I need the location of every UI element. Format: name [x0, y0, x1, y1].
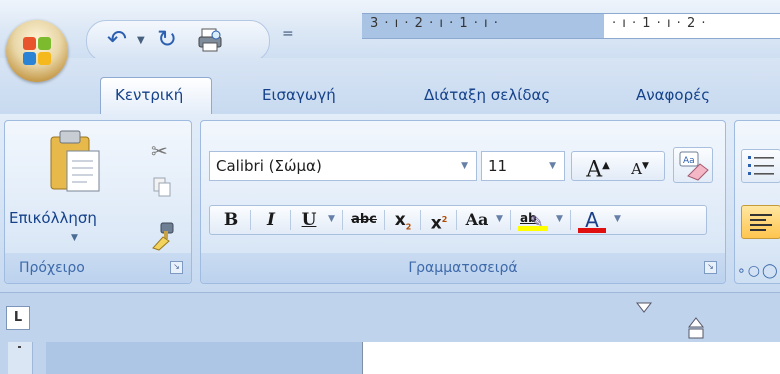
- paragraph-group: ∘○◯: [734, 120, 780, 284]
- grow-font-glyph: A: [586, 157, 603, 183]
- office-logo-icon: [23, 37, 51, 65]
- paste-button[interactable]: Επικόλληση: [9, 209, 109, 227]
- highlight-dropdown-icon[interactable]: ▼: [556, 214, 563, 224]
- undo-dropdown-icon[interactable]: ▼: [137, 35, 145, 46]
- paragraph-group-overflow-icon: ∘○◯: [737, 263, 780, 279]
- highlight-color-swatch: [518, 226, 548, 231]
- underline-button[interactable]: U: [294, 206, 324, 234]
- tab-page-layout[interactable]: Διάταξη σελίδας: [410, 78, 564, 114]
- clear-formatting-button[interactable]: Aa: [673, 147, 713, 183]
- font-size-value: 11: [488, 157, 508, 175]
- ribbon-tabs: Κεντρική Εισαγωγή Διάταξη σελίδας Αναφορ…: [0, 58, 780, 115]
- font-group-label: Γραμματοσειρά: [201, 253, 725, 283]
- ruler-bar: L: [0, 292, 780, 343]
- change-case-button[interactable]: Aa: [460, 206, 494, 234]
- hanging-indent-marker[interactable]: [687, 317, 705, 345]
- italic-button[interactable]: I: [254, 206, 288, 234]
- tab-home[interactable]: Κεντρική: [100, 77, 212, 115]
- separator: [570, 210, 571, 230]
- font-color-swatch: [578, 228, 606, 233]
- separator: [456, 210, 457, 230]
- bold-button[interactable]: B: [214, 206, 248, 234]
- clipboard-dialog-launcher[interactable]: ↘: [170, 261, 183, 274]
- font-size-combo[interactable]: 11 ▼: [481, 151, 565, 181]
- format-buttons-row: B I U ▼ abc x2 x2 Aa ▼ ab ✎ ▼ A ▼: [209, 205, 707, 235]
- copy-icon[interactable]: [153, 177, 171, 201]
- superscript-glyph: x: [430, 213, 442, 234]
- clipboard-group: Επικόλληση ▼ ✂ Πρόχειρο ↘: [4, 120, 192, 284]
- tab-selector-button[interactable]: L: [6, 306, 30, 330]
- superscript-button[interactable]: x2: [424, 206, 454, 234]
- paste-dropdown-icon[interactable]: ▼: [71, 233, 78, 243]
- quick-access-toolbar: ↶ ▼ ↻: [86, 20, 270, 62]
- bullets-button[interactable]: [741, 149, 780, 183]
- print-preview-icon[interactable]: [197, 27, 223, 58]
- bullet-list-icon: [748, 156, 774, 175]
- font-family-value: Calibri (Σώμα): [216, 157, 322, 175]
- font-size-dropdown-icon[interactable]: ▼: [549, 152, 556, 180]
- first-line-indent-marker[interactable]: [635, 299, 653, 318]
- office-button[interactable]: [6, 20, 68, 82]
- undo-icon[interactable]: ↶: [107, 27, 127, 51]
- separator: [290, 210, 291, 230]
- document-workspace: [46, 342, 362, 374]
- format-painter-icon[interactable]: [149, 221, 177, 255]
- separator: [510, 210, 511, 230]
- grow-font-button[interactable]: A▲: [578, 152, 618, 183]
- strikethrough-button[interactable]: abc: [346, 206, 382, 234]
- underline-dropdown-icon[interactable]: ▼: [328, 214, 335, 224]
- separator: [250, 210, 251, 230]
- subscript-glyph: x: [394, 210, 406, 230]
- grow-shrink-group: A▲ A▼: [571, 151, 665, 183]
- highlighter-pen-icon: ✎: [530, 212, 544, 231]
- separator: [384, 210, 385, 230]
- vertical-ruler-tick: [18, 346, 21, 348]
- tab-references[interactable]: Αναφορές: [622, 78, 724, 114]
- shrink-font-button[interactable]: A▼: [620, 152, 660, 180]
- ribbon: Επικόλληση ▼ ✂ Πρόχειρο ↘ Calibri (Σώμα)…: [0, 114, 780, 292]
- paste-icon[interactable]: [45, 129, 109, 195]
- redo-icon[interactable]: ↻: [157, 27, 177, 51]
- customize-qat-button[interactable]: =: [282, 26, 294, 42]
- font-family-dropdown-icon[interactable]: ▼: [461, 152, 468, 180]
- eraser-icon: Aa: [679, 151, 709, 181]
- shrink-font-glyph: A: [631, 160, 642, 178]
- cut-icon[interactable]: ✂: [151, 139, 168, 163]
- font-color-button[interactable]: A: [576, 206, 608, 234]
- ruler-margin-ticks: 3 · ı · 2 · ı · 1 · ı ·: [370, 16, 499, 31]
- ruler-text-ticks: · ı · 1 · ı · 2 ·: [612, 16, 707, 31]
- change-case-dropdown-icon[interactable]: ▼: [496, 214, 503, 224]
- font-dialog-launcher[interactable]: ↘: [704, 261, 717, 274]
- separator: [420, 210, 421, 230]
- separator: [342, 210, 343, 230]
- highlight-button[interactable]: ab ✎: [516, 206, 550, 234]
- subscript-button[interactable]: x2: [388, 206, 418, 234]
- align-left-icon: [750, 214, 772, 231]
- svg-text:Aa: Aa: [683, 156, 695, 166]
- font-color-dropdown-icon[interactable]: ▼: [614, 214, 621, 224]
- font-group: Calibri (Σώμα) ▼ 11 ▼ A▲ A▼ Aa B I U ▼ a…: [200, 120, 726, 284]
- clipboard-group-label: Πρόχειρο: [5, 253, 191, 283]
- document-page[interactable]: [362, 342, 780, 374]
- font-family-combo[interactable]: Calibri (Σώμα) ▼: [209, 151, 477, 181]
- align-left-button[interactable]: [741, 205, 780, 239]
- tab-insert[interactable]: Εισαγωγή: [248, 78, 350, 114]
